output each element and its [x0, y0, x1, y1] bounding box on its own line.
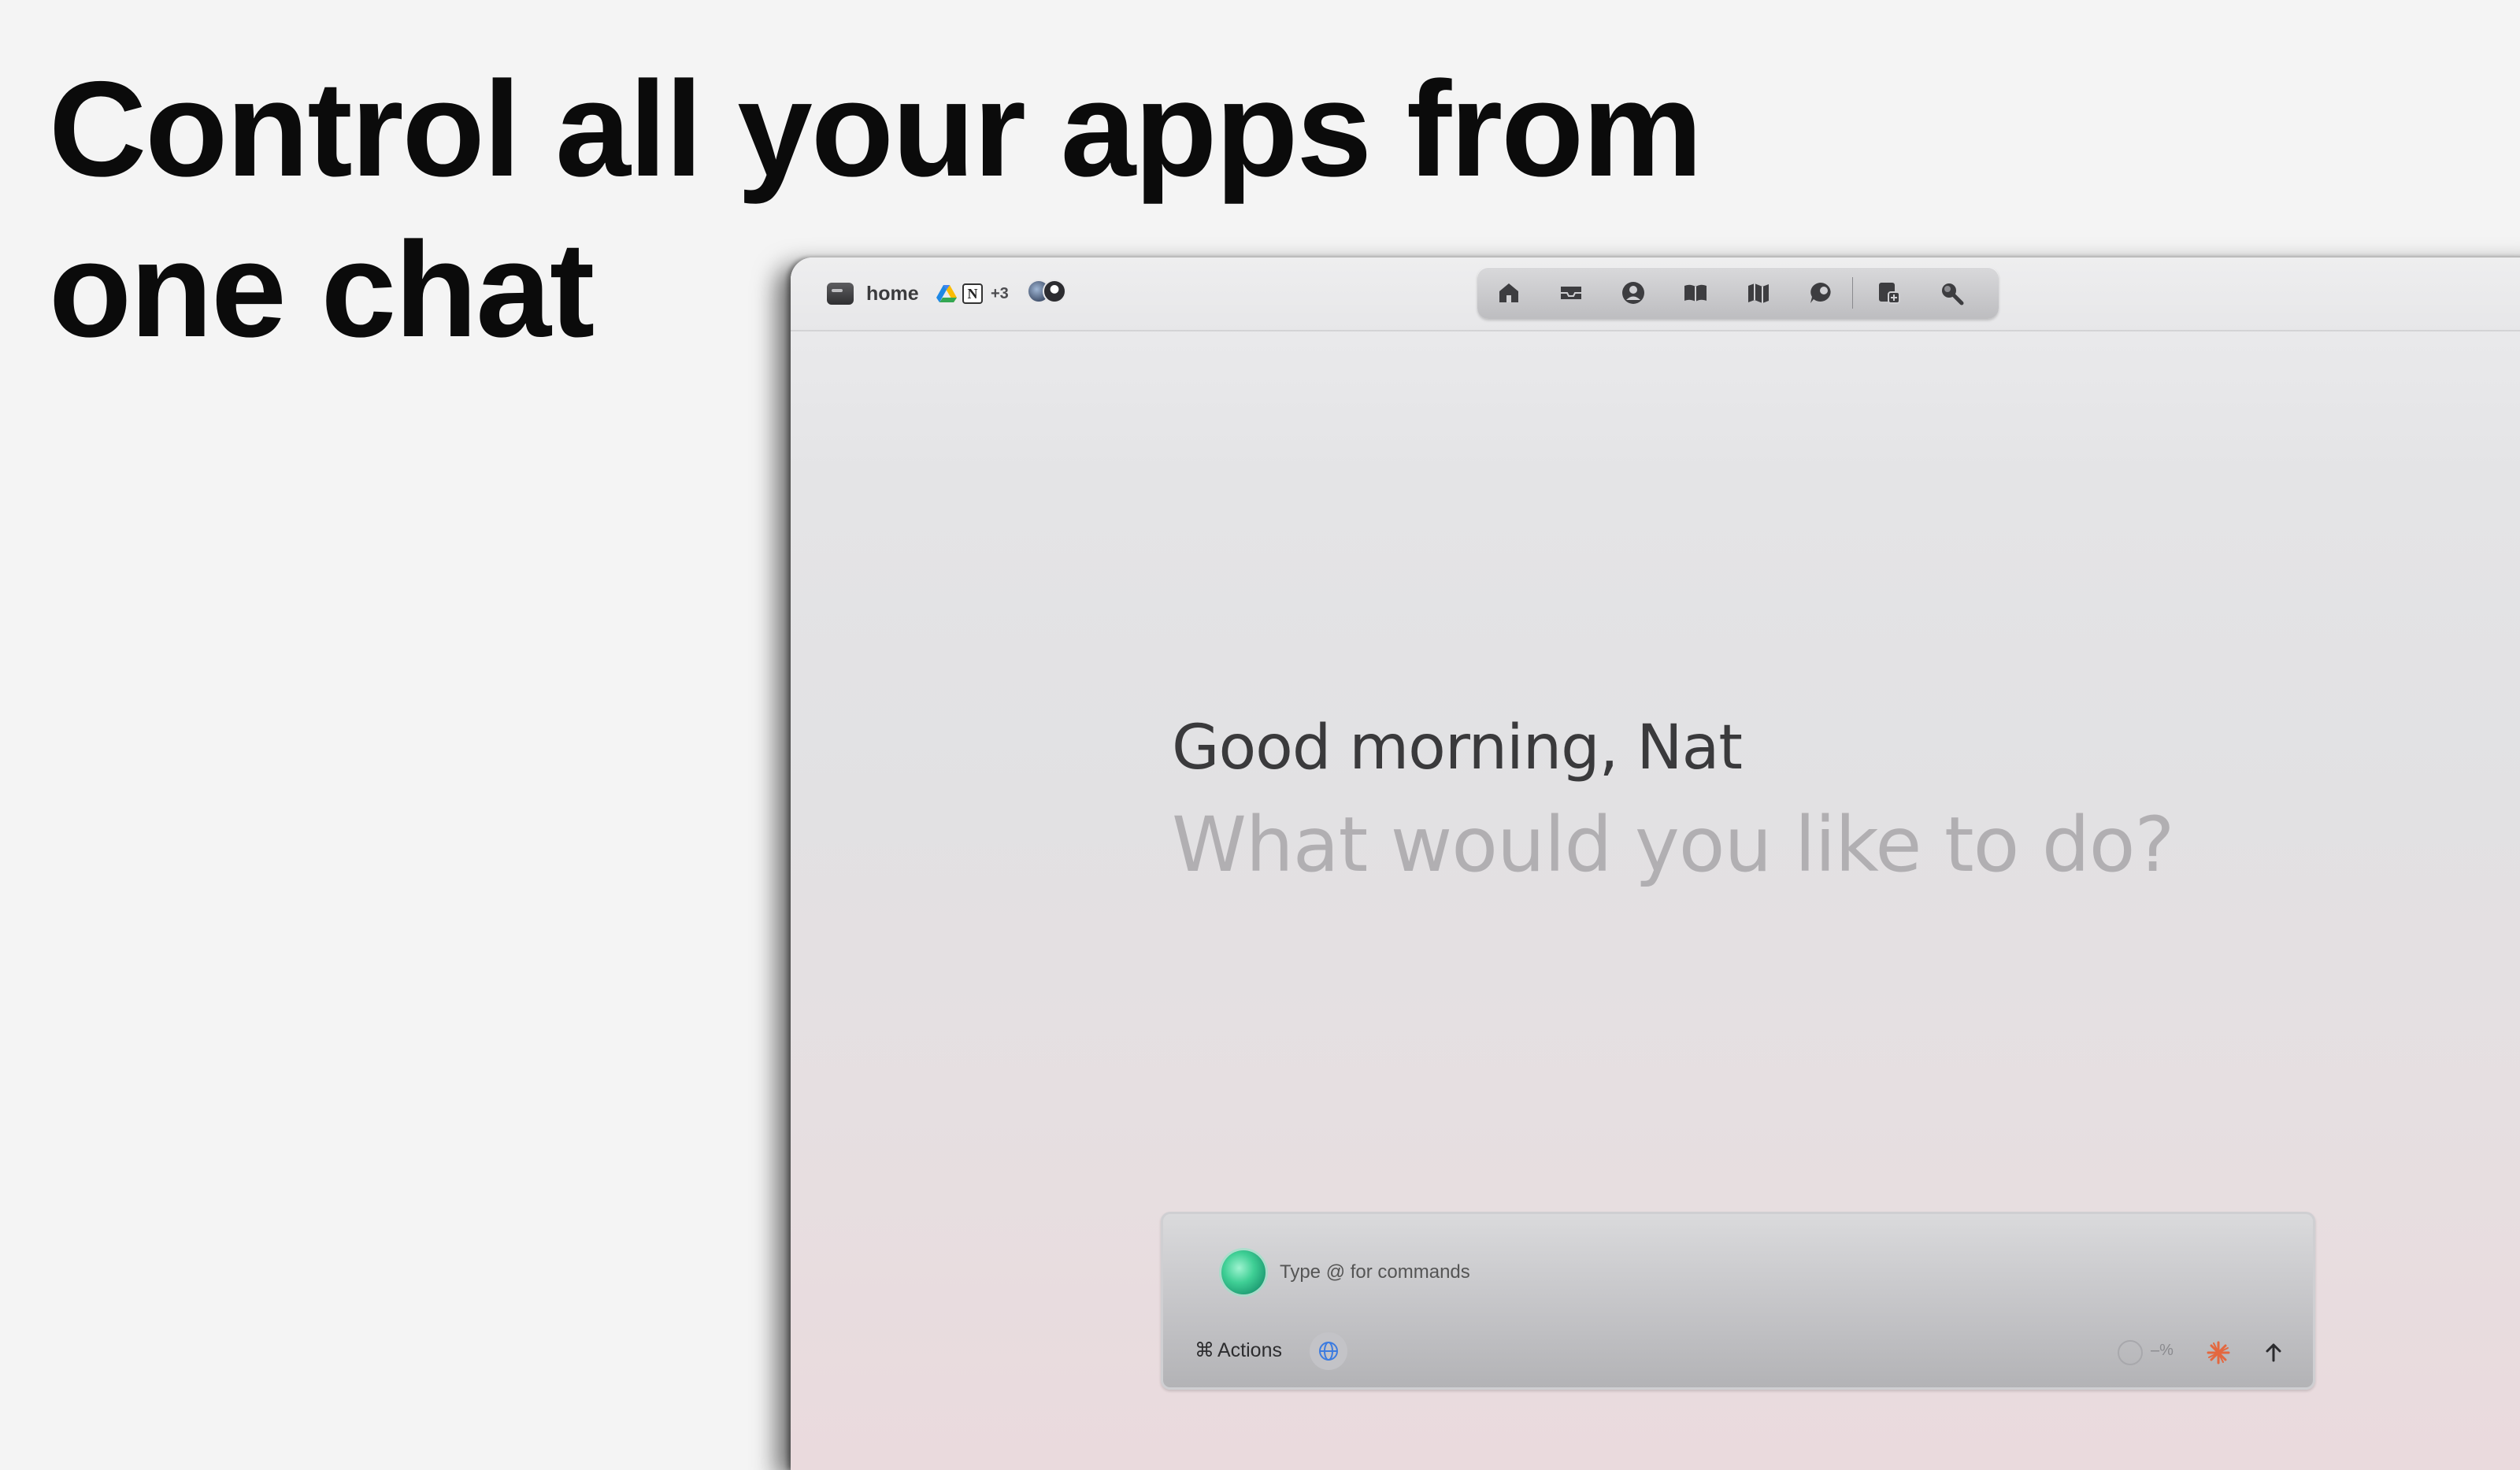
map-icon[interactable]: [1743, 277, 1773, 309]
window-icon: [827, 283, 854, 305]
new-page-icon[interactable]: [1873, 277, 1904, 309]
actions-label: Actions: [1217, 1339, 1282, 1361]
google-drive-icon: [936, 284, 958, 303]
model-spark-icon[interactable]: [2201, 1335, 2236, 1370]
chat-bubble-icon[interactable]: [1805, 277, 1836, 309]
app-window: home N +3 Good morning, Nat What would y…: [791, 257, 2520, 1470]
inbox-icon[interactable]: [1555, 277, 1586, 309]
user-avatar: [1043, 280, 1066, 303]
assistant-orb-icon: [1221, 1250, 1266, 1294]
connected-apps[interactable]: N +3: [936, 280, 1009, 308]
more-apps-count: +3: [991, 284, 1009, 302]
profile-icon[interactable]: [1618, 277, 1649, 309]
chat-input[interactable]: [1280, 1257, 2146, 1288]
collaborator-avatars[interactable]: [1027, 280, 1066, 303]
toolbar-divider: [1851, 277, 1854, 309]
actions-button[interactable]: ⌘ Actions: [1195, 1339, 1282, 1362]
subprompt-text: What would you like to do?: [1172, 801, 2174, 889]
nav-toolbar: [1477, 267, 1999, 319]
globe-icon: [1319, 1342, 1338, 1361]
send-arrow-icon[interactable]: [2256, 1335, 2291, 1370]
context-usage-ring: [2118, 1340, 2143, 1365]
title-bar: home N +3: [791, 257, 2520, 331]
search-icon[interactable]: [1936, 277, 1967, 309]
greeting-text: Good morning, Nat: [1172, 713, 1743, 783]
command-key-icon: ⌘: [1195, 1339, 1214, 1361]
book-icon[interactable]: [1681, 277, 1711, 309]
chat-composer: ⌘ Actions –%: [1161, 1212, 2315, 1390]
home-tab-label: home: [866, 282, 919, 305]
home-tab[interactable]: home: [827, 280, 919, 308]
web-search-toggle[interactable]: [1310, 1332, 1347, 1370]
home-icon[interactable]: [1493, 277, 1524, 309]
context-usage-text: –%: [2151, 1342, 2174, 1359]
notion-icon: N: [962, 283, 983, 304]
